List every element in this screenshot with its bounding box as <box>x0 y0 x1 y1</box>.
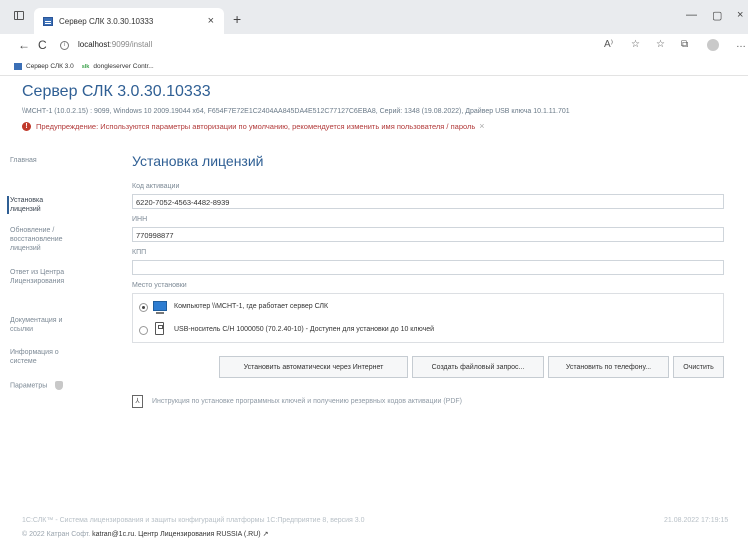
computer-radio[interactable] <box>139 303 148 312</box>
computer-option-label[interactable]: Компьютер \\МСНТ-1, где работает сервер … <box>174 303 328 310</box>
sidebar-item-label: Параметры <box>10 382 48 390</box>
sidebar-item-settings[interactable]: Параметры <box>10 381 120 390</box>
usb-radio[interactable] <box>139 326 148 335</box>
activation-code-label: Код активации <box>132 183 180 190</box>
footer-product-info: 1С:СЛК™ - Система лицензирования и защит… <box>22 517 365 524</box>
maximize-icon[interactable]: ▢ <box>712 9 722 22</box>
back-arrow-icon[interactable]: ← <box>18 38 30 52</box>
pdf-link-text: Инструкция по установке программных ключ… <box>152 398 462 405</box>
reload-icon[interactable]: C <box>38 38 47 52</box>
kpp-input[interactable] <box>132 260 724 275</box>
tab-actions-icon[interactable] <box>14 11 24 20</box>
create-file-request-button[interactable]: Создать файловый запрос... <box>412 356 544 378</box>
footer-copyright: © 2022 Катран Софт. katran@1c.ru. Центр … <box>22 530 268 538</box>
favorite-label: dongleserver Contr... <box>93 63 154 70</box>
sidebar-item-update-licenses[interactable]: Обновление / восстановление лицензий <box>10 226 90 253</box>
sidebar-item-home[interactable]: Главная <box>10 156 120 165</box>
pdf-icon: ⅄ <box>132 395 143 408</box>
favorites-icon[interactable]: ☆ <box>656 39 665 50</box>
install-location-label: Место установки <box>132 282 187 289</box>
add-favorite-icon[interactable]: ☆ <box>631 39 640 50</box>
sidebar-item-system-info[interactable]: Информация о системе <box>10 348 85 366</box>
warning-icon: ! <box>22 121 31 131</box>
browser-tab-bar: Сервер СЛК 3.0.30.10333 × + — ▢ × <box>0 0 748 34</box>
tab-close-icon[interactable]: × <box>208 15 214 27</box>
tab-favicon-icon <box>43 16 53 26</box>
email-link[interactable]: katran@1c.ru. <box>92 531 136 538</box>
warning-banner: ! Предупреждение: Используются параметры… <box>22 121 485 131</box>
sidebar-item-license-center-response[interactable]: Ответ из Центра Лицензирования <box>10 268 90 286</box>
external-link-icon[interactable]: ↗ <box>263 531 269 538</box>
shield-icon <box>55 381 64 390</box>
slk-favicon-icon <box>14 63 22 70</box>
url-host: localhost <box>78 40 110 49</box>
copyright-text: © 2022 Катран Софт. <box>22 531 91 538</box>
license-center-link[interactable]: Центр Лицензирования RUSSIA (.RU) <box>138 531 260 538</box>
install-via-internet-button[interactable]: Установить автоматически через Интернет <box>219 356 408 378</box>
footer-datetime: 21.08.2022 17:19:15 <box>664 517 729 524</box>
section-title: Установка лицензий <box>132 153 264 169</box>
inn-label: ИНН <box>132 216 148 223</box>
favorite-label: Сервер СЛК 3.0 <box>26 63 74 70</box>
url-field[interactable]: localhost:9099/install <box>78 40 152 49</box>
profile-avatar[interactable] <box>707 39 719 51</box>
warning-close-icon[interactable]: × <box>479 121 484 131</box>
activation-code-input[interactable]: 6220-7052-4563-4482-8939 <box>132 194 724 209</box>
address-bar: ← C i localhost:9099/install A⁾ ☆ ☆ ⧉ … <box>0 34 748 58</box>
computer-icon <box>153 301 167 314</box>
read-aloud-icon[interactable]: A⁾ <box>604 39 613 50</box>
sidebar-item-documentation[interactable]: Документация и ссылки <box>10 316 85 334</box>
install-by-phone-button[interactable]: Установить по телефону... <box>548 356 669 378</box>
more-menu-icon[interactable]: … <box>736 39 746 50</box>
usb-option-label[interactable]: USB-носитель С/Н 1000050 (70.2.40-10) - … <box>174 326 434 333</box>
kpp-label: КПП <box>132 249 147 256</box>
clear-button[interactable]: Очистить <box>673 356 724 378</box>
page-title: Сервер СЛК 3.0.30.10333 <box>22 83 211 100</box>
favorite-slk-server[interactable]: Сервер СЛК 3.0 <box>14 63 74 70</box>
slk-green-favicon-icon: slk <box>81 63 90 70</box>
site-info-icon[interactable]: i <box>60 41 69 50</box>
url-path: :9099/install <box>109 40 153 49</box>
minimize-icon[interactable]: — <box>686 9 697 21</box>
favorites-bar: Сервер СЛК 3.0 slk dongleserver Contr... <box>0 58 748 76</box>
warning-text: Предупреждение: Используются параметры а… <box>36 121 476 131</box>
close-window-icon[interactable]: × <box>737 9 743 21</box>
new-tab-icon[interactable]: + <box>233 11 241 27</box>
favorite-dongleserver[interactable]: slk dongleserver Contr... <box>82 63 154 70</box>
collections-icon[interactable]: ⧉ <box>681 39 688 50</box>
usb-key-icon <box>155 322 164 335</box>
pdf-instruction-link[interactable]: ⅄ Инструкция по установке программных кл… <box>132 395 462 408</box>
browser-tab[interactable]: Сервер СЛК 3.0.30.10333 × <box>34 8 224 34</box>
system-info: \\МСНТ-1 (10.0.2.15) : 9099, Windows 10 … <box>22 108 570 115</box>
inn-input[interactable]: 770998877 <box>132 227 724 242</box>
tab-title: Сервер СЛК 3.0.30.10333 <box>59 16 154 26</box>
install-location-group: Компьютер \\МСНТ-1, где работает сервер … <box>132 293 724 343</box>
sidebar-item-install-licenses[interactable]: Установка лицензий <box>7 196 67 214</box>
